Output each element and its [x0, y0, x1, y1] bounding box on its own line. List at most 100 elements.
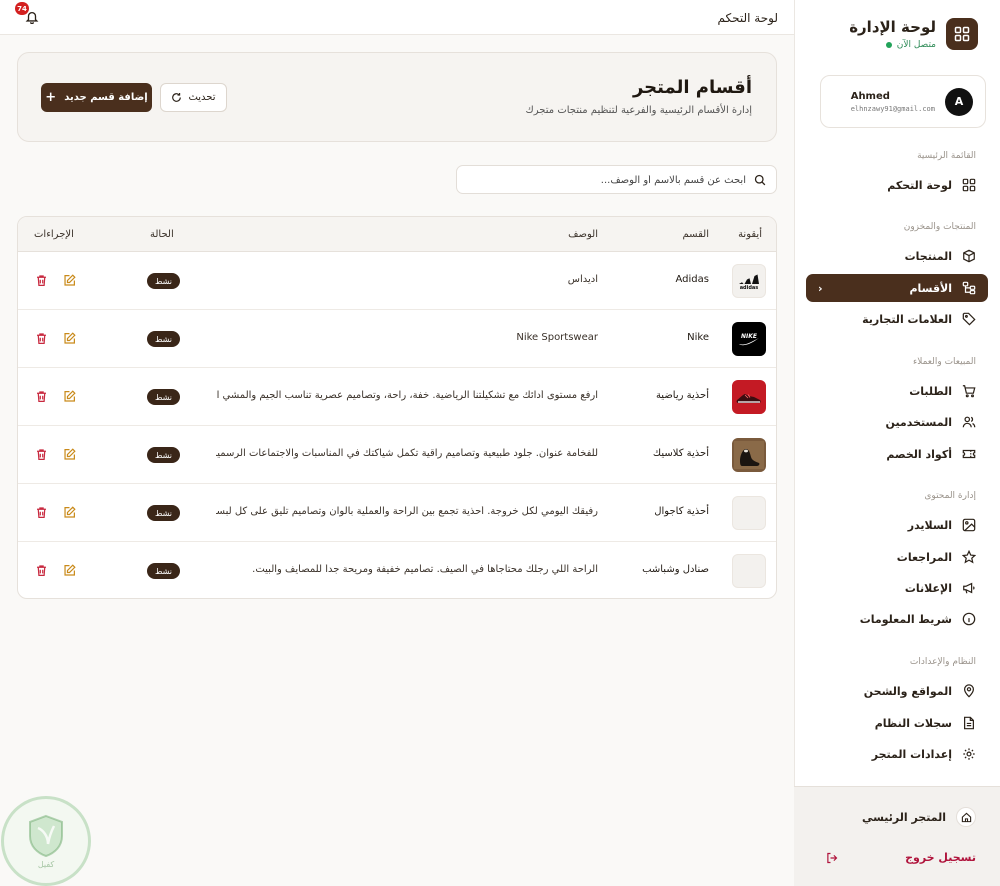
table-row: أحذية كاجوال رفيقك اليومي لكل خروجة. أحذ…	[18, 484, 776, 542]
edit-icon[interactable]	[63, 332, 76, 345]
category-name: أحذية رياضية	[655, 390, 709, 401]
sidebar-item-brands[interactable]: العلامات التجارية	[806, 306, 988, 332]
sidebar-item-orders[interactable]: الطلبات	[806, 378, 988, 404]
table-row: أحذية كلاسيك للفخامة عنوان. جلود طبيعية …	[18, 426, 776, 484]
star-icon	[962, 550, 976, 564]
profile-email: elhnzawy91@gmail.com	[850, 104, 935, 113]
sidebar-item-label: إعدادات المتجر	[871, 747, 952, 761]
main-store-label: المتجر الرئيسي	[861, 810, 946, 824]
trash-icon[interactable]	[35, 332, 48, 345]
sidebar-item-shipping[interactable]: المواقع والشحن	[806, 678, 988, 704]
trash-icon[interactable]	[35, 448, 48, 461]
image-icon	[962, 518, 976, 532]
category-name: Adidas	[675, 274, 709, 285]
sidebar-item-label: أكواد الخصم	[886, 447, 952, 461]
search-icon	[754, 174, 766, 186]
page-title: أقسام المتجر	[632, 77, 752, 98]
search-input[interactable]	[476, 172, 746, 188]
page-subtitle: إدارة الأقسام الرئيسية والفرعية لتنظيم م…	[525, 105, 752, 116]
page-header: أقسام المتجر إدارة الأقسام الرئيسية والف…	[17, 52, 777, 142]
grid-icon	[946, 18, 978, 50]
trash-icon[interactable]	[35, 390, 48, 403]
category-name: أحذية كلاسيك	[652, 448, 709, 459]
shield-icon	[29, 814, 63, 857]
column-header-name: القسم	[682, 229, 709, 240]
nav-section-products: المنتجات والمخزون	[903, 222, 976, 232]
logout-icon	[827, 852, 838, 863]
sidebar-item-dashboard[interactable]: لوحة التحكم	[806, 172, 988, 198]
sidebar-item-label: الإعلانات	[904, 581, 952, 595]
sidebar-item-reviews[interactable]: المراجعات	[806, 544, 988, 570]
categories-table: أيقونة القسم الوصف الحالة الإجراءات adid…	[17, 216, 777, 599]
column-header-description: الوصف	[568, 229, 598, 240]
profile-card[interactable]: A Ahmed elhnzawy91@gmail.com	[820, 75, 986, 128]
sidebar-footer: المتجر الرئيسي تسجيل خروج	[794, 786, 1000, 886]
refresh-label: تحديث	[188, 92, 216, 103]
brand-title: لوحة الإدارة	[849, 18, 936, 36]
sidebar-item-ads[interactable]: الإعلانات	[806, 575, 988, 601]
plus-icon: +	[45, 90, 57, 105]
status-badge: نشط	[147, 505, 180, 521]
trash-icon[interactable]	[35, 564, 48, 577]
sidebar-item-label: الأقسام	[909, 281, 952, 295]
sidebar-item-label: سجلات النظام	[874, 716, 952, 730]
sidebar-item-products[interactable]: المنتجات	[806, 243, 988, 269]
edit-icon[interactable]	[63, 506, 76, 519]
table-row: صنادل وشباشب الراحة اللي رجلك محتاجاها ف…	[18, 542, 776, 598]
placeholder-image-icon	[732, 496, 766, 530]
cart-icon	[962, 385, 976, 398]
ticket-icon	[962, 449, 976, 459]
add-category-button[interactable]: إضافة قسم جديد +	[41, 83, 152, 112]
edit-icon[interactable]	[63, 564, 76, 577]
category-description: الراحة اللي رجلك محتاجاها في الصيف. تصام…	[252, 564, 598, 575]
refresh-button[interactable]: تحديث	[160, 83, 227, 112]
sidebar-item-slider[interactable]: السلايدر	[806, 512, 988, 538]
sidebar-item-label: المراجعات	[896, 550, 952, 564]
notification-badge: 74	[15, 2, 29, 15]
edit-icon[interactable]	[63, 390, 76, 403]
nav-section-system: النظام والإعدادات	[909, 657, 976, 667]
search-box	[456, 165, 777, 194]
users-icon	[962, 416, 976, 428]
sidebar-item-settings[interactable]: إعدادات المتجر	[806, 741, 988, 767]
chevron-left-icon: ‹	[818, 281, 823, 295]
nike-logo-icon: NIKE	[732, 322, 766, 356]
trash-icon[interactable]	[35, 274, 48, 287]
info-icon	[962, 612, 976, 626]
sidebar-item-label: المواقع والشحن	[863, 684, 952, 698]
sidebar-item-label: لوحة التحكم	[887, 178, 952, 192]
sidebar-item-logs[interactable]: سجلات النظام	[806, 710, 988, 736]
category-description: للفخامة عنوان. جلود طبيعية وتصاميم راقية…	[216, 448, 598, 459]
profile-name: Ahmed	[850, 90, 890, 102]
placeholder-image-icon	[732, 554, 766, 588]
sport-shoe-icon	[732, 380, 766, 414]
sidebar-item-label: شريط المعلومات	[859, 612, 952, 626]
brand: لوحة الإدارة متصل الآن	[849, 18, 978, 50]
sidebar-item-categories[interactable]: الأقسام ‹	[806, 274, 988, 302]
trash-icon[interactable]	[35, 506, 48, 519]
main-store-link[interactable]: المتجر الرئيسي	[862, 807, 976, 827]
edit-icon[interactable]	[63, 448, 76, 461]
category-description: اديداس	[567, 274, 598, 285]
add-category-label: إضافة قسم جديد	[64, 92, 148, 103]
sidebar-item-label: المنتجات	[904, 249, 952, 263]
box-icon	[963, 249, 975, 263]
status-badge: نشط	[147, 331, 180, 347]
category-description: رفيقك اليومي لكل خروجة. أحذية تجمع بين ا…	[216, 506, 598, 517]
category-name: أحذية كاجوال	[654, 506, 709, 517]
watermark-text: كفيل	[37, 859, 55, 869]
tag-icon	[962, 312, 976, 326]
logout-label: تسجيل خروج	[905, 851, 976, 864]
sidebar-item-coupons[interactable]: أكواد الخصم	[806, 441, 988, 467]
svg-text:adidas: adidas	[740, 285, 759, 290]
nav-section-main: القائمة الرئيسية	[917, 151, 976, 161]
sidebar-item-label: السلايدر	[907, 518, 952, 532]
sidebar-item-users[interactable]: المستخدمين	[806, 409, 988, 435]
edit-icon[interactable]	[63, 274, 76, 287]
sidebar-item-label: العلامات التجارية	[862, 312, 952, 326]
online-dot-icon	[885, 42, 892, 48]
logout-button[interactable]: تسجيل خروج	[826, 851, 976, 864]
category-description: Nike Sportswear	[516, 332, 598, 343]
sidebar-item-label: المستخدمين	[885, 415, 952, 429]
sidebar-item-info-bar[interactable]: شريط المعلومات	[806, 606, 988, 632]
